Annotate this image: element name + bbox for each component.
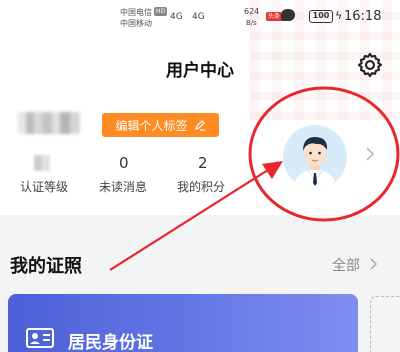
- chevron-right-icon[interactable]: [369, 257, 378, 271]
- view-all-link[interactable]: 全部: [332, 255, 360, 275]
- edit-tag-button[interactable]: 编辑个人标签: [102, 113, 219, 137]
- cert-level-blurred: [34, 155, 50, 171]
- stat-label-cert-level[interactable]: 认证等级: [20, 178, 68, 195]
- id-card-icon: [26, 328, 54, 348]
- next-card-peek[interactable]: [370, 296, 400, 352]
- network-speed: 624: [244, 7, 260, 16]
- stat-label-points[interactable]: 我的积分: [177, 178, 225, 195]
- gear-icon[interactable]: [356, 51, 384, 79]
- app-notification-badge: 头条: [266, 12, 283, 21]
- points-value: 2: [198, 154, 208, 172]
- user-avatar-icon[interactable]: [283, 125, 347, 189]
- chevron-right-icon[interactable]: [364, 146, 376, 162]
- clock: 16:18: [344, 9, 382, 24]
- signal-2-icon: 4G: [192, 12, 205, 22]
- unread-count: 0: [119, 154, 129, 172]
- network-speed-unit: B/s: [246, 19, 257, 27]
- hd-badge: HD: [154, 7, 168, 16]
- message-icon: [281, 9, 295, 21]
- carrier-1: 中国电信: [120, 8, 152, 17]
- stat-label-unread[interactable]: 未读消息: [99, 178, 147, 195]
- battery-icon: 100: [309, 10, 333, 23]
- id-card-label: 居民身份证: [68, 333, 153, 352]
- status-bar: 中国电信 HD 中国移动 4G 4G 624 B/s 头条 100 ϟ 16:1…: [0, 0, 400, 36]
- charging-icon: ϟ: [335, 9, 343, 22]
- pen-icon: [194, 120, 205, 131]
- signal-1-icon: 4G: [170, 12, 183, 22]
- section-title-certificates: 我的证照: [10, 256, 82, 277]
- id-card-item[interactable]: 居民身份证: [8, 294, 358, 352]
- page-title: 用户中心: [166, 61, 234, 81]
- edit-tag-label: 编辑个人标签: [115, 118, 188, 133]
- username-blurred: [18, 112, 80, 134]
- carrier-2: 中国移动: [120, 19, 152, 28]
